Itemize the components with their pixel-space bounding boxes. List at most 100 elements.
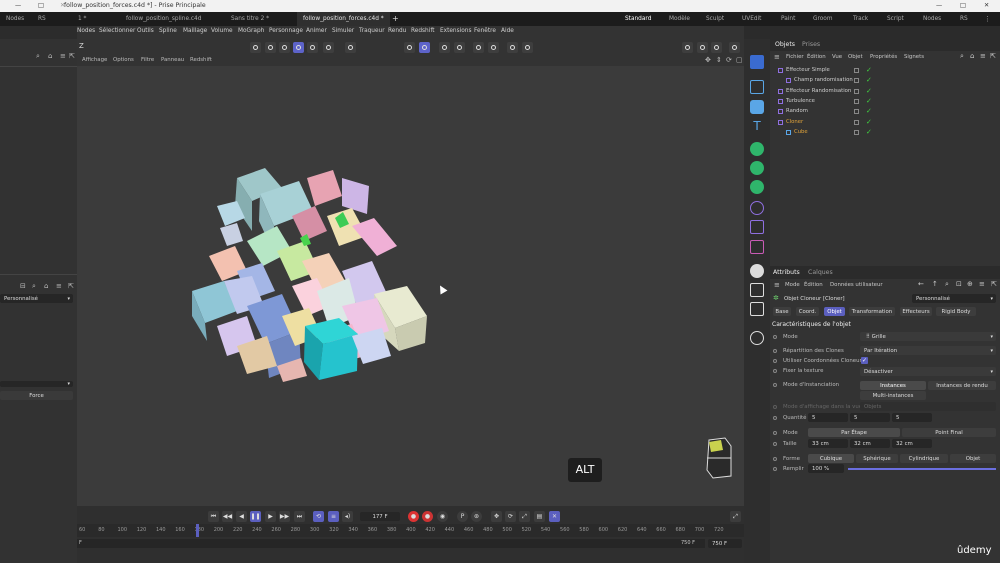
camera-icon[interactable] <box>522 42 533 53</box>
subtab-coord[interactable]: Coord. <box>796 307 819 316</box>
visibility-icon[interactable] <box>854 129 859 135</box>
hamburger-icon[interactable]: ≡ <box>774 54 780 61</box>
next-key-icon[interactable]: ▶▶ <box>279 511 290 522</box>
home-icon[interactable]: ⌂ <box>48 53 52 60</box>
end-frame-field[interactable]: 750 F <box>708 539 742 548</box>
anim-dot-icon[interactable] <box>773 442 777 446</box>
rotate-tool-icon[interactable] <box>293 42 304 53</box>
utiliser-coordonnees-checkbox[interactable]: ✓ <box>861 357 868 364</box>
forme-spherique-button[interactable]: Sphérique <box>856 454 898 463</box>
vp-menu-filtre[interactable]: Filtre <box>141 57 154 63</box>
pan-icon[interactable]: ✥ <box>705 57 711 64</box>
window-minimize-button[interactable]: — <box>936 2 942 9</box>
layout-nodes[interactable]: Nodes <box>918 14 946 24</box>
viewport-layout-icon[interactable] <box>682 42 693 53</box>
dolly-icon[interactable]: ⇕ <box>716 57 722 64</box>
anim-dot-icon[interactable] <box>773 457 777 461</box>
sound-icon[interactable]: ◂) <box>342 511 353 522</box>
layout-script[interactable]: Script <box>882 14 909 24</box>
primitive-cube-icon[interactable] <box>750 100 764 114</box>
autokey-icon[interactable]: ● <box>422 511 433 522</box>
home-icon[interactable]: ⌂ <box>970 53 974 60</box>
anim-dot-icon[interactable] <box>773 335 777 339</box>
om-menu-fichier[interactable]: Fichier <box>786 54 804 60</box>
render-icon[interactable] <box>697 42 708 53</box>
layout-paint[interactable]: Paint <box>776 14 800 24</box>
om-menu-vue[interactable]: Vue <box>832 54 842 60</box>
quantite-x-field[interactable]: 5 <box>808 413 848 422</box>
menu-redshift[interactable]: Redshift <box>411 28 435 35</box>
mode-dropdown[interactable]: ⠿ Grille ▾ <box>860 332 996 341</box>
maximize-view-icon[interactable]: ▢ <box>736 57 743 64</box>
add-tab-button[interactable]: + <box>386 12 405 26</box>
lock-icon[interactable]: ⊟ <box>20 283 26 290</box>
cloner-icon[interactable] <box>473 42 484 53</box>
visibility-icon[interactable] <box>854 119 859 125</box>
interactive-render-icon[interactable] <box>729 42 740 53</box>
multi-instances-button[interactable]: Multi-instances <box>860 391 926 400</box>
select-tool-icon[interactable] <box>250 42 261 53</box>
menu-aide[interactable]: Aide <box>501 28 514 35</box>
object-row[interactable]: Turbulence ✓ <box>770 97 1000 107</box>
tag-icon[interactable] <box>750 240 764 254</box>
menu-volume[interactable]: Volume <box>211 28 233 35</box>
maximize-icon[interactable]: □ <box>38 2 44 9</box>
preset-dropdown[interactable]: Personnalisé ▾ <box>0 294 73 303</box>
object-mode-icon[interactable] <box>307 42 318 53</box>
key-rot-icon[interactable]: ⊛ <box>471 511 482 522</box>
enabled-check-icon[interactable]: ✓ <box>866 67 872 74</box>
loop-icon[interactable]: ⟲ <box>313 511 324 522</box>
prev-key-icon[interactable]: ◀◀ <box>222 511 233 522</box>
affichage-vue-dropdown[interactable]: Objets <box>860 402 996 411</box>
layout-rs[interactable]: RS <box>955 14 973 24</box>
object-row[interactable]: Random ✓ <box>770 107 1000 117</box>
record-icon[interactable]: ● <box>408 511 419 522</box>
am-menu-edition[interactable]: Édition <box>804 282 823 288</box>
menu-nodes[interactable]: Nodes <box>77 28 95 35</box>
instances-button[interactable]: Instances <box>860 381 926 390</box>
search-icon[interactable]: ⌕ <box>36 53 40 60</box>
up-arrow-icon[interactable]: ↑ <box>932 281 938 288</box>
point-final-button[interactable]: Point Final <box>902 428 996 437</box>
search-icon[interactable]: ⌕ <box>945 281 949 288</box>
doc-tab-3[interactable]: Sans titre 2 * <box>225 12 275 26</box>
snap-icon[interactable] <box>419 42 430 53</box>
toolbar-z-label[interactable]: Z <box>79 43 84 50</box>
taille-y-field[interactable]: 32 cm <box>850 439 890 448</box>
tab-rs-stub[interactable]: RS <box>32 12 52 26</box>
enabled-check-icon[interactable]: ✓ <box>866 118 872 126</box>
enabled-check-icon[interactable]: ✓ <box>866 77 872 84</box>
render-view-icon[interactable] <box>439 42 450 53</box>
left-dropdown[interactable]: ▾ <box>0 381 73 387</box>
enabled-check-icon[interactable]: ✓ <box>866 128 872 136</box>
vp-menu-affichage[interactable]: Affichage <box>82 57 107 63</box>
prev-frame-icon[interactable]: ◀ <box>236 511 247 522</box>
tab-objets[interactable]: Objets <box>773 41 797 48</box>
menu-fenetre[interactable]: Fenêtre <box>474 28 496 35</box>
material-icon[interactable] <box>750 264 764 278</box>
subtab-transformation[interactable]: Transformation <box>849 307 895 316</box>
3d-viewport[interactable]: ALT <box>77 66 744 506</box>
more-icon[interactable]: ⋮ <box>984 15 991 23</box>
window-maximize-button[interactable]: □ <box>960 2 966 9</box>
remplir-field[interactable]: 100 % <box>808 464 844 473</box>
camera-object-icon[interactable] <box>750 220 764 234</box>
instances-rendu-button[interactable]: Instances de rendu <box>928 381 996 390</box>
subtab-rigid-body[interactable]: Rigid Body <box>936 307 976 316</box>
doc-tab-2[interactable]: follow_position_spline.c4d <box>120 12 207 26</box>
text-tool-icon[interactable]: T <box>750 119 764 133</box>
keyframe-icon[interactable]: ◉ <box>437 511 448 522</box>
layout-uvedit[interactable]: UVEdit <box>737 14 766 24</box>
minimize-icon[interactable]: — <box>15 2 21 9</box>
om-menu-objet[interactable]: Objet <box>848 54 863 60</box>
generator-icon[interactable] <box>750 142 764 156</box>
tab-prises[interactable]: Prises <box>802 41 820 48</box>
vp-menu-redshift[interactable]: Redshift <box>190 57 212 63</box>
subtab-objet[interactable]: Objet <box>824 307 845 316</box>
back-arrow-icon[interactable]: ← <box>918 281 924 288</box>
render-region-icon[interactable] <box>454 42 465 53</box>
edge-mode-icon[interactable] <box>345 42 356 53</box>
menu-animer[interactable]: Animer <box>306 28 327 35</box>
window-close-button[interactable]: ✕ <box>984 2 989 9</box>
tab-calques[interactable]: Calques <box>808 269 833 276</box>
